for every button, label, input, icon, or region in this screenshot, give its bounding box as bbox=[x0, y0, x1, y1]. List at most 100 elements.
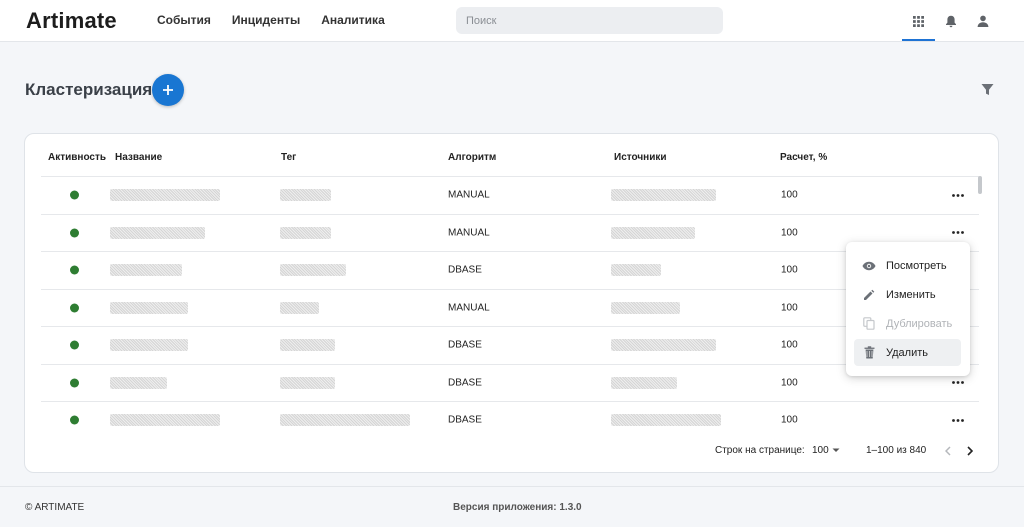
menu-item-edit[interactable]: Изменить bbox=[854, 281, 961, 308]
menu-item-duplicate[interactable]: Дублировать bbox=[854, 310, 961, 337]
redacted-sources bbox=[611, 226, 695, 239]
algorithm-value: DBASE bbox=[448, 264, 482, 276]
active-status-dot bbox=[70, 415, 79, 425]
calc-value: 100 bbox=[781, 339, 798, 351]
app-logo[interactable]: Artimate bbox=[26, 8, 117, 34]
menu-item-delete[interactable]: Удалить bbox=[854, 339, 961, 366]
redacted-tag bbox=[280, 301, 319, 314]
table-header: Активность Название Тег Алгоритм Источни… bbox=[25, 134, 998, 178]
algorithm-value: MANUAL bbox=[448, 302, 490, 314]
trash-icon bbox=[862, 346, 876, 360]
redacted-tag bbox=[280, 264, 346, 277]
redacted-name bbox=[110, 301, 188, 314]
table-row[interactable]: DBASE 100 bbox=[41, 326, 979, 364]
page-range: 1–100 из 840 bbox=[866, 445, 927, 456]
chevron-left-icon bbox=[944, 446, 951, 456]
filter-icon[interactable] bbox=[981, 83, 995, 97]
algorithm-value: MANUAL bbox=[448, 227, 490, 239]
page-footer: © ARTIMATE Версия приложения: 1.3.0 bbox=[0, 486, 1024, 527]
active-status-dot bbox=[70, 228, 79, 238]
table-row[interactable]: DBASE 100 bbox=[41, 251, 979, 289]
calc-value: 100 bbox=[781, 302, 798, 314]
active-status-dot bbox=[70, 303, 79, 313]
redacted-sources bbox=[611, 376, 677, 389]
redacted-tag bbox=[280, 376, 335, 389]
calc-value: 100 bbox=[781, 377, 798, 389]
redacted-sources bbox=[611, 189, 716, 202]
algorithm-value: DBASE bbox=[448, 414, 482, 426]
menu-item-label: Дублировать bbox=[886, 317, 953, 330]
algorithm-value: DBASE bbox=[448, 377, 482, 389]
algorithm-value: MANUAL bbox=[448, 189, 490, 201]
table-row[interactable]: MANUAL 100 bbox=[41, 213, 979, 252]
col-name[interactable]: Название bbox=[115, 152, 162, 163]
prev-page-button[interactable] bbox=[944, 446, 951, 459]
col-activity[interactable]: Активность bbox=[48, 152, 106, 163]
active-status-dot bbox=[70, 190, 79, 200]
calc-value: 100 bbox=[781, 264, 798, 276]
page-title: Кластеризация bbox=[25, 80, 153, 99]
copyright-text: © ARTIMATE bbox=[25, 502, 85, 513]
search-input[interactable] bbox=[466, 14, 723, 27]
eye-icon bbox=[862, 259, 876, 273]
user-icon[interactable] bbox=[975, 13, 991, 29]
app-version: Версия приложения: 1.3.0 bbox=[453, 502, 582, 513]
redacted-name bbox=[110, 226, 205, 239]
redacted-tag bbox=[280, 189, 331, 202]
col-algorithm[interactable]: Алгоритм bbox=[448, 152, 496, 163]
rows-per-page-select[interactable]: 100 bbox=[812, 445, 840, 456]
table-row[interactable]: MANUAL 100 bbox=[41, 288, 979, 327]
redacted-name bbox=[110, 376, 167, 389]
active-tab-indicator bbox=[902, 39, 935, 41]
more-actions-icon[interactable] bbox=[951, 413, 965, 427]
redacted-sources bbox=[611, 414, 721, 427]
menu-item-view[interactable]: Посмотреть bbox=[854, 252, 961, 279]
redacted-sources bbox=[611, 339, 716, 352]
search-box[interactable] bbox=[456, 7, 723, 34]
active-status-dot bbox=[70, 340, 79, 350]
redacted-name bbox=[110, 339, 188, 352]
nav-item-events[interactable]: События bbox=[157, 13, 211, 27]
chevron-right-icon bbox=[967, 446, 974, 456]
copy-icon bbox=[862, 317, 876, 331]
apps-grid-icon[interactable] bbox=[910, 13, 926, 29]
menu-item-label: Удалить bbox=[886, 346, 928, 359]
redacted-sources bbox=[611, 301, 680, 314]
active-status-dot bbox=[70, 378, 79, 388]
chevron-down-icon bbox=[832, 448, 840, 452]
calc-value: 100 bbox=[781, 227, 798, 239]
table-row[interactable]: DBASE 100 bbox=[41, 363, 979, 402]
plus-icon bbox=[163, 85, 173, 95]
next-page-button[interactable] bbox=[967, 446, 974, 459]
col-tag[interactable]: Тег bbox=[281, 152, 296, 163]
pencil-icon bbox=[862, 288, 876, 302]
add-cluster-button[interactable] bbox=[152, 74, 184, 106]
table-scrollbar[interactable] bbox=[978, 176, 982, 194]
rows-per-page-value: 100 bbox=[812, 445, 829, 456]
active-status-dot bbox=[70, 265, 79, 275]
bell-icon[interactable] bbox=[943, 13, 959, 29]
main-nav: События Инциденты Аналитика bbox=[157, 13, 385, 27]
col-sources[interactable]: Источники bbox=[614, 152, 667, 163]
menu-item-label: Изменить bbox=[886, 288, 936, 301]
col-calc[interactable]: Расчет, % bbox=[780, 152, 827, 163]
top-bar: Artimate События Инциденты Аналитика bbox=[0, 0, 1024, 42]
table-row[interactable]: MANUAL 100 bbox=[41, 176, 979, 214]
redacted-name bbox=[110, 414, 220, 427]
more-actions-icon[interactable] bbox=[951, 376, 965, 390]
row-context-menu: Посмотреть Изменить Дублировать Удалить bbox=[846, 242, 970, 376]
more-actions-icon[interactable] bbox=[951, 188, 965, 202]
calc-value: 100 bbox=[781, 414, 798, 426]
nav-item-incidents[interactable]: Инциденты bbox=[232, 13, 300, 27]
redacted-name bbox=[110, 264, 182, 277]
table-row[interactable]: DBASE 100 bbox=[41, 401, 979, 436]
redacted-tag bbox=[280, 226, 331, 239]
menu-item-label: Посмотреть bbox=[886, 259, 947, 272]
table-body: MANUAL 100 MANUAL 100 DBASE 100 MANUAL 1… bbox=[41, 176, 979, 436]
redacted-tag bbox=[280, 414, 410, 427]
rows-per-page-label: Строк на странице: bbox=[715, 445, 805, 456]
algorithm-value: DBASE bbox=[448, 339, 482, 351]
redacted-tag bbox=[280, 339, 335, 352]
more-actions-icon[interactable] bbox=[951, 226, 965, 240]
nav-item-analytics[interactable]: Аналитика bbox=[321, 13, 385, 27]
